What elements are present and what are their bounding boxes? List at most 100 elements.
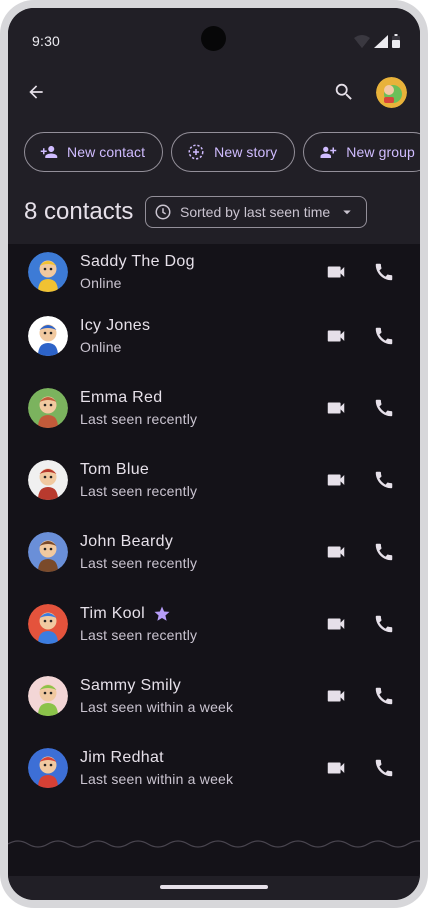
voice-call-button[interactable]: [364, 604, 404, 644]
contact-row[interactable]: Jim Redhat Last seen within a week: [8, 732, 420, 804]
contact-status: Last seen within a week: [80, 698, 234, 715]
camera-cutout: [201, 26, 226, 51]
story-add-icon: [186, 142, 206, 162]
phone-icon: [375, 327, 393, 345]
contact-row[interactable]: Sammy Smily Last seen within a week: [8, 660, 420, 732]
phone-icon: [375, 759, 393, 777]
phone-icon: [375, 687, 393, 705]
contact-name-line: Emma Red: [80, 388, 197, 408]
videocam-icon: [327, 690, 345, 702]
contact-status: Last seen recently: [80, 482, 198, 499]
videocam-icon: [327, 266, 345, 278]
contact-text: Tim Kool Last seen recently: [80, 604, 197, 645]
contact-name: Sammy Smily: [80, 676, 182, 694]
contact-name-line: Tim Kool: [80, 604, 197, 624]
contact-avatar: [28, 388, 68, 428]
contact-name-line: Jim Redhat: [80, 748, 233, 768]
contact-text: Icy Jones Online: [80, 316, 150, 357]
chip-label: New story: [214, 144, 278, 160]
video-call-button[interactable]: [316, 604, 356, 644]
contact-avatar: [28, 460, 68, 500]
contact-name-line: John Beardy: [80, 532, 197, 552]
profile-avatar[interactable]: [376, 77, 407, 108]
video-call-button[interactable]: [316, 388, 356, 428]
contact-row[interactable]: Tom Blue Last seen recently: [8, 444, 420, 516]
video-call-button[interactable]: [316, 460, 356, 500]
wifi-icon: [354, 35, 370, 48]
contact-name-line: Icy Jones: [80, 316, 150, 336]
videocam-icon: [327, 402, 345, 414]
video-call-button[interactable]: [316, 748, 356, 788]
caret-down-icon: [343, 210, 351, 215]
contact-row[interactable]: Emma Red Last seen recently: [8, 372, 420, 444]
video-call-button[interactable]: [316, 676, 356, 716]
back-button[interactable]: [16, 72, 56, 112]
chip-label: New group: [346, 144, 415, 160]
group-add-icon: [318, 142, 338, 162]
contact-text: Tom Blue Last seen recently: [80, 460, 197, 501]
contact-row[interactable]: Icy Jones Online: [8, 300, 420, 372]
voice-call-button[interactable]: [364, 252, 404, 292]
new-story-chip[interactable]: New story: [171, 132, 296, 172]
new-contact-chip[interactable]: New contact: [24, 132, 164, 172]
clock-icon: [155, 204, 171, 220]
contact-text: Saddy The Dog Online: [80, 252, 195, 293]
contact-status: Online: [80, 274, 122, 291]
contact-name: Emma Red: [80, 388, 163, 406]
contact-avatar: [28, 532, 68, 572]
new-group-chip[interactable]: New group: [303, 132, 420, 172]
status-icons: [354, 34, 400, 48]
videocam-icon: [327, 618, 345, 630]
video-call-button[interactable]: [316, 252, 356, 292]
search-icon: [335, 83, 352, 100]
voice-call-button[interactable]: [364, 532, 404, 572]
contact-row[interactable]: Saddy The Dog Online: [8, 244, 420, 300]
contact-row[interactable]: Tim Kool Last seen recently: [8, 588, 420, 660]
voice-call-button[interactable]: [364, 316, 404, 356]
contact-status: Online: [80, 338, 122, 355]
contact-name: Tim Kool: [80, 604, 145, 622]
contact-name: John Beardy: [80, 532, 174, 550]
action-chips: New contact New story New group: [24, 132, 420, 172]
gesture-handle[interactable]: [160, 885, 268, 889]
contact-text: Emma Red Last seen recently: [80, 388, 197, 429]
voice-call-button[interactable]: [364, 460, 404, 500]
favorite-star-icon: [154, 606, 170, 621]
phone-icon: [375, 543, 393, 561]
phone-icon: [375, 615, 393, 633]
screen: 9:30 New contact New story New group 8 c…: [8, 8, 420, 900]
contact-avatar: [28, 676, 68, 716]
sort-dropdown[interactable]: Sorted by last seen time: [145, 196, 368, 228]
phone-frame: 9:30 New contact New story New group 8 c…: [0, 0, 428, 908]
contact-name-line: Sammy Smily: [80, 676, 233, 696]
phone-icon: [375, 263, 393, 281]
contact-name: Icy Jones: [80, 316, 151, 334]
contact-name-line: Saddy The Dog: [80, 252, 195, 272]
videocam-icon: [327, 762, 345, 774]
contact-status: Last seen recently: [80, 410, 198, 427]
video-call-button[interactable]: [316, 532, 356, 572]
voice-call-button[interactable]: [364, 748, 404, 788]
phone-icon: [375, 471, 393, 489]
voice-call-button[interactable]: [364, 388, 404, 428]
contact-avatar: [28, 316, 68, 356]
contact-avatar: [28, 604, 68, 644]
voice-call-button[interactable]: [364, 676, 404, 716]
contact-name-line: Tom Blue: [80, 460, 197, 480]
contacts-count: 8 contacts: [24, 198, 134, 225]
contact-avatar: [28, 252, 68, 292]
videocam-icon: [327, 330, 345, 342]
status-time: 9:30: [32, 33, 61, 49]
battery-icon: [392, 34, 400, 48]
contact-row[interactable]: John Beardy Last seen recently: [8, 516, 420, 588]
chip-label: New contact: [67, 144, 146, 160]
contact-status: Last seen recently: [80, 554, 198, 571]
contact-list: Saddy The Dog Online Icy Jones Online Em…: [8, 244, 420, 804]
list-end-divider: [8, 840, 420, 848]
video-call-button[interactable]: [316, 316, 356, 356]
contact-status: Last seen within a week: [80, 770, 234, 787]
videocam-icon: [327, 474, 345, 486]
phone-icon: [375, 399, 393, 417]
search-button[interactable]: [324, 72, 364, 112]
arrow-back-icon: [29, 85, 43, 99]
